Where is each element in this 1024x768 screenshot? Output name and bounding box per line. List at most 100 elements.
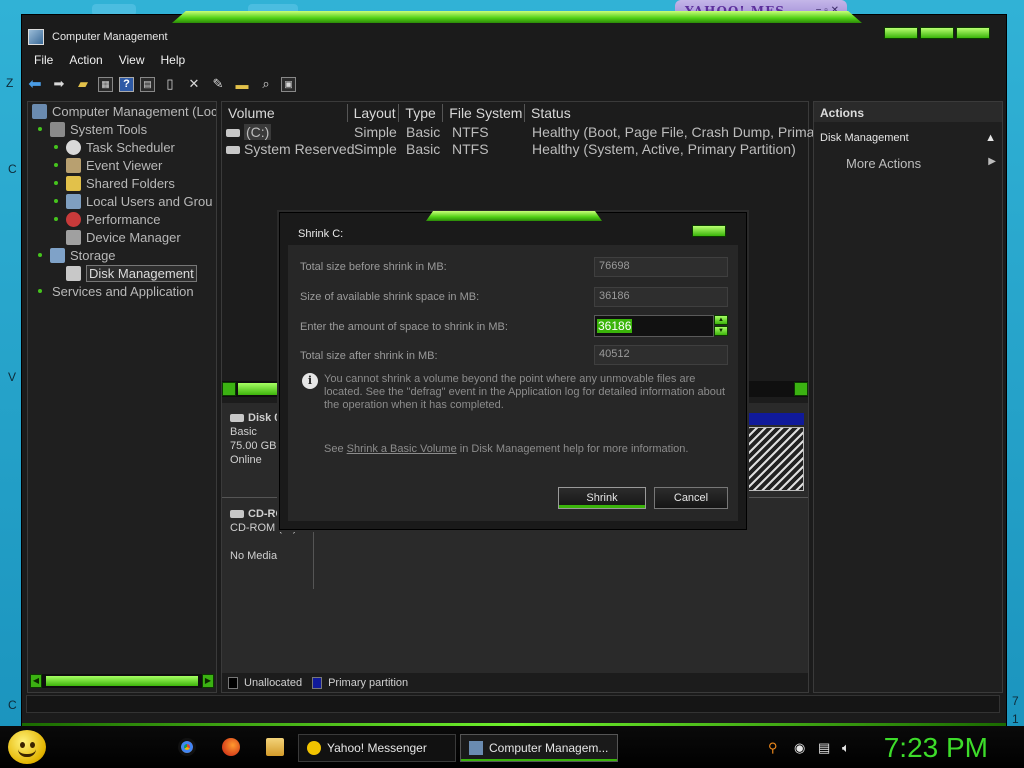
tree-item-performance[interactable]: Performance	[54, 210, 160, 228]
help-prefix: See	[324, 443, 344, 455]
start-button-smiley-icon[interactable]	[8, 730, 46, 764]
tree-item-label: Device Manager	[86, 229, 181, 245]
stepper-up-icon[interactable]: ▲	[714, 315, 728, 325]
tree-item-disk-management[interactable]: Disk Management	[66, 264, 197, 282]
expander-icon[interactable]	[54, 163, 58, 167]
partition-c-block[interactable]	[746, 413, 804, 493]
stepper-down-icon[interactable]: ▼	[714, 326, 728, 336]
clock[interactable]: 7:23 PM	[884, 732, 988, 764]
back-arrow-icon[interactable]: ⬅	[26, 75, 44, 93]
new-document-icon[interactable]: ▯	[161, 75, 179, 93]
tree-item-event-viewer[interactable]: Event Viewer	[54, 156, 162, 174]
column-layout[interactable]: Layout	[348, 104, 400, 122]
shrink-amount-stepper[interactable]: ▲ ▼	[714, 315, 728, 337]
actions-pane: Actions Disk Management ▲ More Actions ▶	[813, 101, 1003, 693]
scroll-left-arrow-icon[interactable]: ◀	[30, 674, 42, 688]
tree-item-label: Performance	[86, 211, 161, 227]
chevron-right-icon: ▶	[988, 156, 996, 167]
scroll-thumb[interactable]	[238, 383, 282, 395]
status-icon[interactable]: ◉	[794, 740, 805, 756]
network-icon[interactable]: ▤	[818, 740, 830, 756]
help-icon[interactable]: ?	[119, 76, 134, 92]
tree-item-storage[interactable]: Storage	[38, 246, 116, 264]
cell-type: Basic	[406, 141, 441, 157]
computer-management-icon	[28, 29, 44, 45]
tree-item-label: Disk Management	[86, 264, 197, 282]
cell-layout: Simple	[354, 124, 397, 140]
column-volume[interactable]: Volume	[222, 104, 348, 122]
tree-item-system-tools[interactable]: System Tools	[38, 120, 147, 138]
table-row[interactable]: (C:) Simple Basic NTFS Healthy (Boot, Pa…	[222, 124, 826, 140]
delete-icon[interactable]: ✕	[185, 75, 203, 93]
expander-icon[interactable]	[38, 289, 42, 293]
console-tree-icon[interactable]: ▤	[140, 76, 155, 92]
open-folder-icon[interactable]: ▬	[233, 75, 251, 93]
search-icon[interactable]: ⚲	[768, 740, 778, 756]
menu-action[interactable]: Action	[61, 51, 110, 69]
tree-item-services-applications[interactable]: Services and Application	[38, 282, 194, 300]
column-file-system[interactable]: File System	[443, 104, 526, 122]
menu-bar: File Action View Help	[26, 51, 193, 69]
dialog-title: Shrink C:	[298, 228, 344, 240]
tree-item-local-users[interactable]: Local Users and Grou	[54, 192, 212, 210]
menu-view[interactable]: View	[111, 51, 153, 69]
more-actions-item[interactable]: More Actions ▶	[814, 144, 1002, 171]
tree-horizontal-scrollbar[interactable]: ◀ ▶	[30, 674, 214, 688]
users-icon	[66, 193, 81, 209]
tree-item-task-scheduler[interactable]: Task Scheduler	[54, 138, 175, 156]
volume-name: System Reserved	[244, 141, 355, 157]
title-bar[interactable]: Computer Management	[22, 21, 1006, 55]
rescan-icon[interactable]: ✎	[209, 75, 227, 93]
shrink-amount-input[interactable]: 36186	[594, 315, 714, 337]
scroll-left-arrow-icon[interactable]	[222, 382, 236, 396]
actions-section-disk-management[interactable]: Disk Management ▲	[814, 122, 1002, 144]
tree-root[interactable]: Computer Management (Loc	[32, 102, 216, 120]
shrink-basic-volume-link[interactable]: Shrink a Basic Volume	[347, 443, 457, 455]
firefox-icon[interactable]	[222, 738, 240, 756]
chrome-icon[interactable]	[178, 738, 196, 756]
tree-item-shared-folders[interactable]: Shared Folders	[54, 174, 175, 192]
close-button[interactable]	[956, 27, 990, 39]
dialog-close-button[interactable]	[692, 225, 726, 237]
shrink-button[interactable]: Shrink	[558, 487, 646, 509]
forward-arrow-icon[interactable]: ➡	[50, 75, 68, 93]
column-status[interactable]: Status	[525, 104, 808, 122]
shrink-amount-value: 36186	[597, 319, 633, 333]
explorer-folder-icon[interactable]	[266, 738, 284, 756]
menu-file[interactable]: File	[26, 51, 61, 69]
cell-status: Healthy (System, Active, Primary Partiti…	[532, 141, 796, 157]
actions-section-label: Disk Management	[820, 132, 909, 144]
scroll-right-arrow-icon[interactable]: ▶	[202, 674, 214, 688]
search-icon[interactable]: ⌕	[257, 75, 275, 93]
expander-icon[interactable]	[38, 127, 42, 131]
primary-partition-swatch	[312, 677, 323, 689]
minimize-button[interactable]	[884, 27, 918, 39]
expander-icon[interactable]	[54, 181, 58, 185]
table-row[interactable]: System Reserved Simple Basic NTFS Health…	[222, 141, 808, 157]
cdrom-icon	[230, 510, 244, 519]
tree-item-device-manager[interactable]: Device Manager	[66, 228, 181, 246]
show-hide-tree-icon[interactable]: ▦	[98, 76, 113, 92]
clock-icon	[66, 139, 81, 155]
volume-icon[interactable]: 🔈︎	[842, 740, 850, 756]
column-type[interactable]: Type	[399, 104, 444, 122]
taskbar-yahoo-messenger[interactable]: Yahoo! Messenger	[298, 734, 456, 762]
expander-icon[interactable]	[54, 199, 58, 203]
scroll-thumb[interactable]	[46, 676, 198, 686]
cell-layout: Simple	[354, 141, 397, 157]
info-icon: i	[302, 373, 318, 389]
taskbar-computer-management[interactable]: Computer Managem...	[460, 734, 618, 762]
cancel-button[interactable]: Cancel	[654, 487, 728, 509]
expander-icon[interactable]	[54, 217, 58, 221]
menu-help[interactable]: Help	[153, 51, 194, 69]
expander-icon[interactable]	[38, 253, 42, 257]
expander-icon[interactable]	[54, 145, 58, 149]
maximize-button[interactable]	[920, 27, 954, 39]
collapse-up-icon[interactable]: ▲	[985, 132, 996, 144]
device-manager-icon	[66, 229, 81, 245]
folder-up-icon[interactable]: ▰	[74, 75, 92, 93]
shrink-info-text: You cannot shrink a volume beyond the po…	[324, 373, 726, 411]
scroll-right-arrow-icon[interactable]	[794, 382, 808, 396]
properties-icon[interactable]: ▣	[281, 76, 296, 92]
tree-item-label: Shared Folders	[86, 175, 175, 191]
